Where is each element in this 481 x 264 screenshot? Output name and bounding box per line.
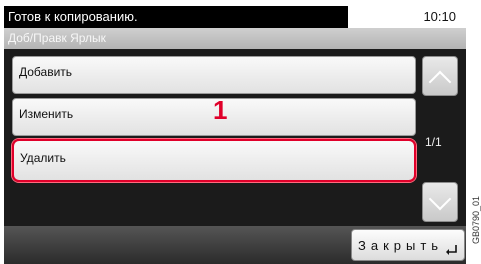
bottom-bar: Закрыть <box>4 226 466 264</box>
screen-title: Доб/Правк Ярлык <box>8 31 106 45</box>
chevron-up-icon <box>428 70 452 94</box>
list-item-label: Удалить <box>20 151 66 165</box>
shortcut-action-list: Добавить Изменить Удалить <box>12 51 417 226</box>
scroll-down-button[interactable] <box>422 182 458 222</box>
page-indicator: 1/1 <box>425 135 442 149</box>
list-item-add[interactable]: Добавить <box>12 56 416 94</box>
close-button[interactable]: Закрыть <box>351 229 465 261</box>
scroll-up-button[interactable] <box>422 56 458 96</box>
status-bar: Готов к копированию. 10:10 <box>4 6 466 28</box>
screen-title-bar: Доб/Правк Ярлык <box>4 28 466 49</box>
status-time: 10:10 <box>423 9 456 24</box>
chevron-down-icon <box>428 187 452 211</box>
step-callout-number: 1 <box>213 95 228 125</box>
close-button-label: Закрыть <box>358 238 444 253</box>
figure-id: GB0790_01 <box>471 195 481 244</box>
list-item-label: Изменить <box>19 107 74 121</box>
status-message: Готов к копированию. <box>8 9 138 24</box>
list-item-label: Добавить <box>19 65 73 79</box>
time-area: 10:10 <box>348 6 466 28</box>
enter-icon <box>446 245 457 255</box>
panel-screen: Готов к копированию. 10:10 Доб/Правк Ярл… <box>4 6 466 264</box>
list-item-delete[interactable]: Удалить <box>12 139 416 182</box>
